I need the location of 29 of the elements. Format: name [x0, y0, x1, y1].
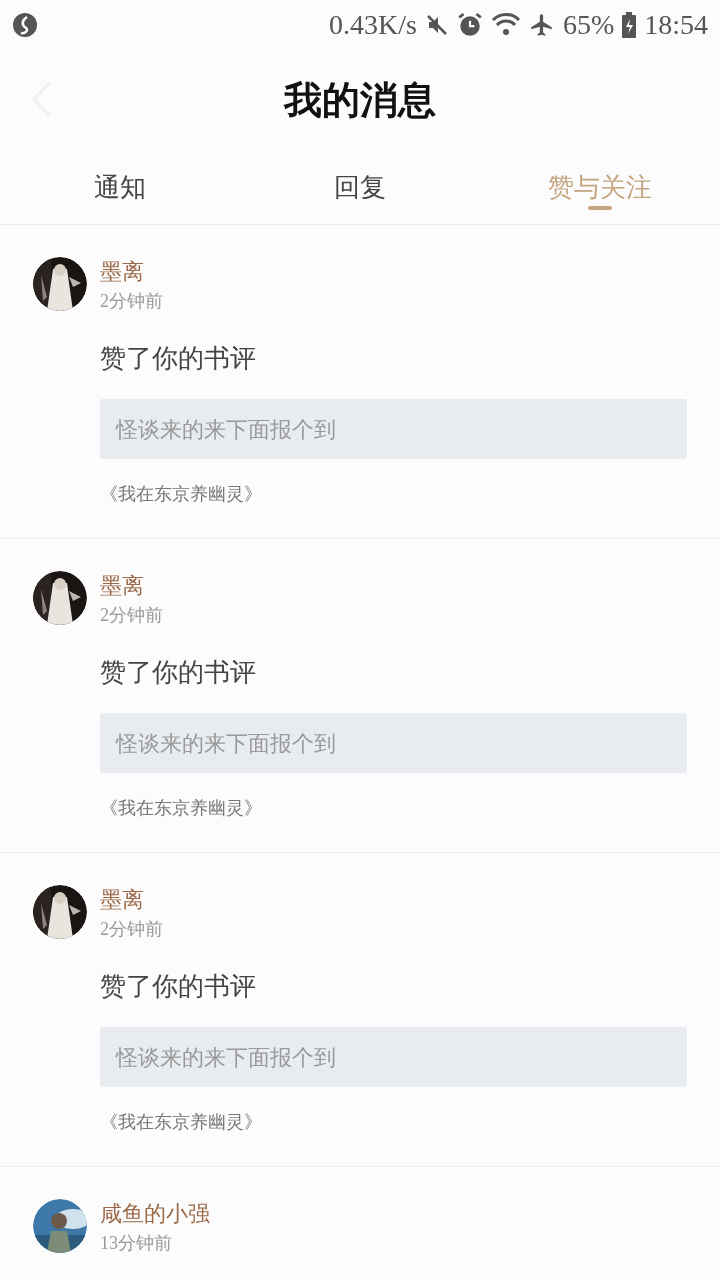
- network-speed: 0.43K/s: [329, 8, 417, 42]
- book-title[interactable]: 《我在东京养幽灵》: [100, 795, 687, 822]
- airplane-icon: [528, 12, 555, 38]
- activity-text: 赞了你的书评: [100, 971, 257, 1003]
- user-name[interactable]: 咸鱼的小强: [100, 1199, 210, 1229]
- quoted-review[interactable]: 怪谈来的来下面报个到: [100, 1027, 687, 1087]
- clock: 18:54: [644, 8, 708, 42]
- activity-text: 赞了你的书评: [100, 657, 257, 689]
- time-ago: 2分钟前: [100, 290, 163, 313]
- activity-text: 赞了你的书评: [100, 343, 257, 375]
- alarm-icon: [456, 12, 483, 38]
- user-name[interactable]: 墨离: [100, 571, 163, 601]
- mute-icon: [424, 13, 449, 37]
- tab[interactable]: 通知: [0, 150, 240, 224]
- tab[interactable]: 回复: [240, 150, 480, 224]
- book-title[interactable]: 《我在东京养幽灵》: [100, 481, 687, 508]
- time-ago: 2分钟前: [100, 918, 163, 941]
- page-title: 我的消息: [284, 77, 436, 123]
- wifi-icon: [490, 12, 521, 38]
- app-icon: [12, 12, 38, 38]
- battery-icon: [622, 12, 637, 38]
- battery-percent: 65%: [562, 8, 615, 42]
- time-ago: 2分钟前: [100, 604, 163, 627]
- quoted-review[interactable]: 怪谈来的来下面报个到: [100, 399, 687, 459]
- quoted-review[interactable]: 怪谈来的来下面报个到: [100, 713, 687, 773]
- user-name[interactable]: 墨离: [100, 257, 163, 287]
- user-name[interactable]: 墨离: [100, 885, 163, 915]
- book-title[interactable]: 《我在东京养幽灵》: [100, 1109, 687, 1136]
- time-ago: 13分钟前: [100, 1232, 173, 1255]
